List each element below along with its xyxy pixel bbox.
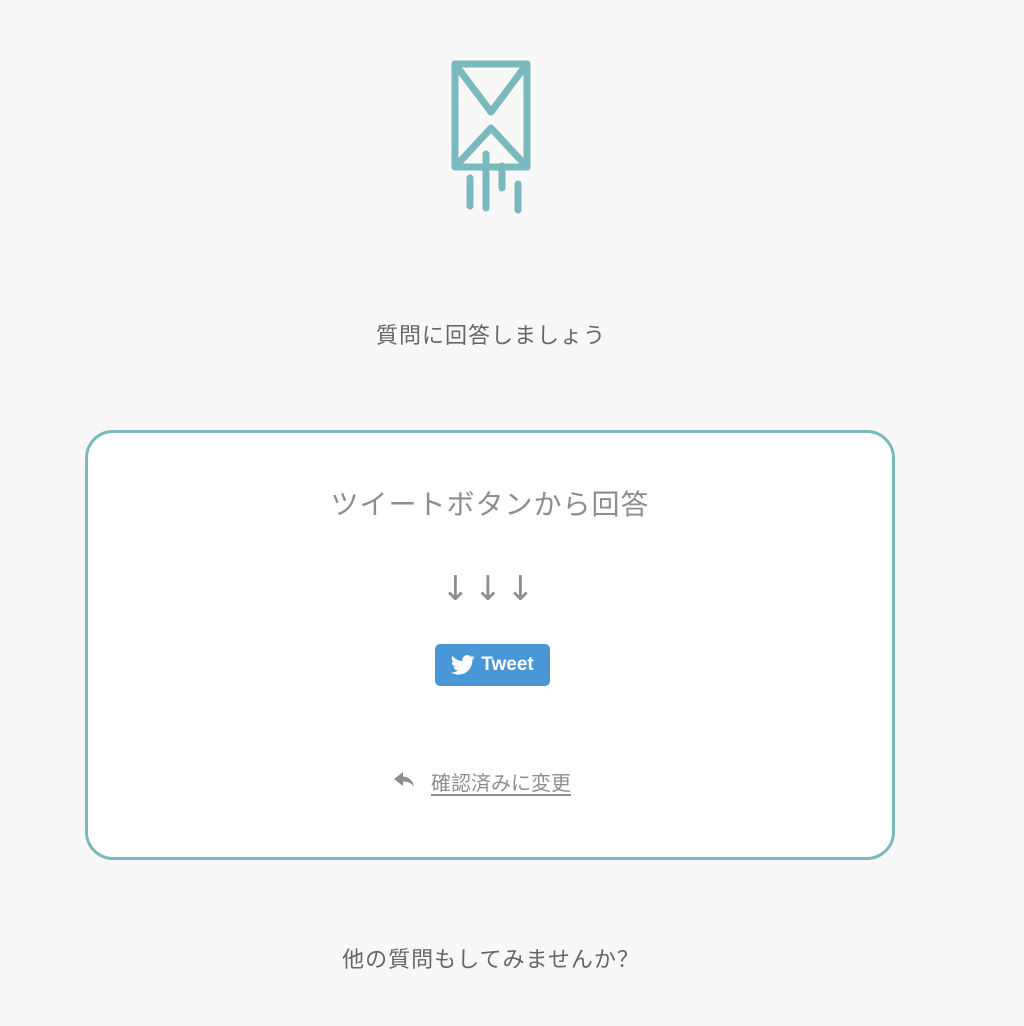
twitter-bird-icon [451,655,475,675]
card-heading: ツイートボタンから回答 [330,488,650,521]
other-questions-prompt: 他の質問もしてみませんか？ [342,948,640,973]
answer-card: ツイートボタンから回答 ↓↓↓ Tweet 確認済みに変更 [85,430,895,860]
down-arrows: ↓↓↓ [441,569,539,609]
answer-prompt: 質問に回答しましょう [375,324,606,349]
tweet-label: Tweet [481,654,534,675]
reply-arrow-icon [393,771,417,791]
mark-confirmed-link[interactable]: 確認済みに変更 [393,767,571,795]
mark-confirmed-label: 確認済みに変更 [431,770,571,795]
tweet-button[interactable]: Tweet [435,644,550,686]
envelope-send-icon [448,56,538,218]
